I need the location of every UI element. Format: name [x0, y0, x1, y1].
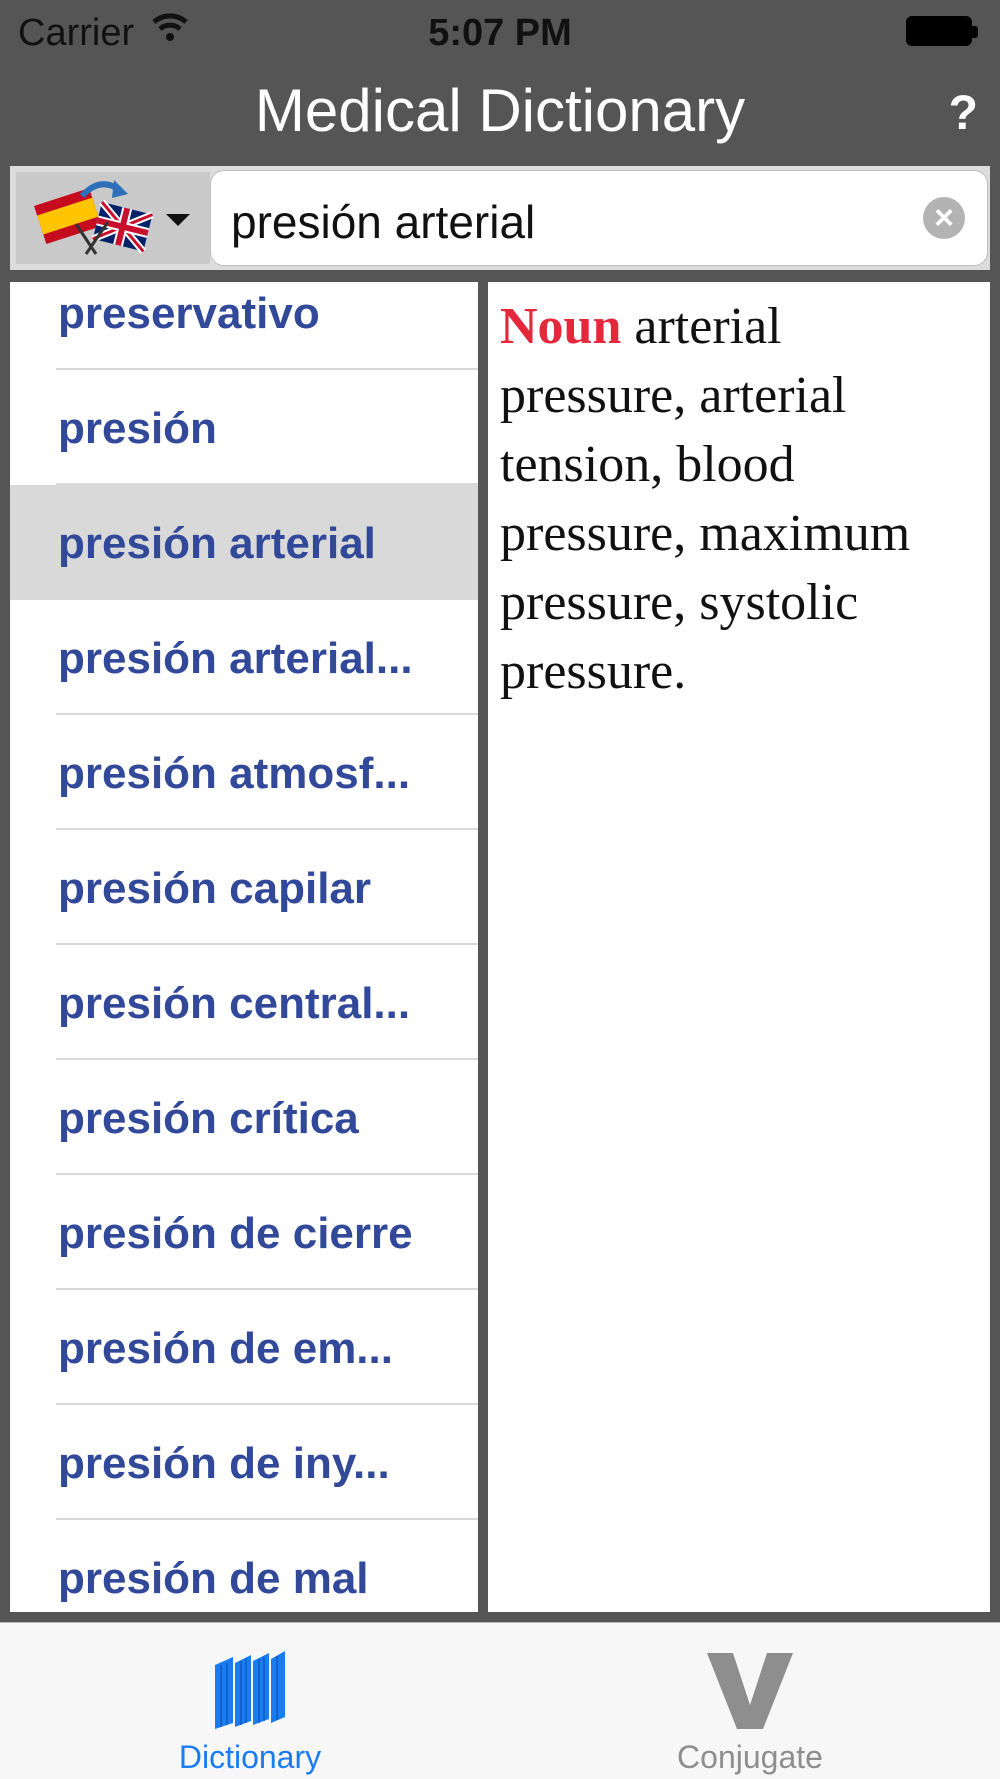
list-item-label: presión crítica	[58, 1094, 359, 1143]
v-icon	[707, 1653, 793, 1729]
list-item[interactable]: presión de em...	[10, 1290, 478, 1405]
help-button[interactable]: ?	[949, 86, 978, 141]
list-item[interactable]: preservativo	[10, 282, 478, 370]
word-list[interactable]: preservativo presión presión arterial pr…	[10, 282, 478, 1612]
list-item-label: presión de iny...	[58, 1439, 390, 1488]
status-bar: Carrier 5:07 PM	[0, 0, 1000, 66]
list-item-label: presión de mal	[58, 1554, 369, 1603]
battery-icon	[906, 16, 978, 48]
list-item-label: presión de em...	[58, 1324, 393, 1373]
page-title: Medical Dictionary	[254, 77, 746, 144]
tab-conjugate-label: Conjugate	[677, 1739, 823, 1775]
list-item-label: presión	[58, 404, 217, 453]
list-item[interactable]: presión crítica	[10, 1060, 478, 1175]
list-item-label: presión atmosf...	[58, 749, 411, 798]
list-item[interactable]: presión central...	[10, 945, 478, 1060]
tab-bar: Dictionary Conjugate	[0, 1622, 1000, 1779]
definition-text: Noun arterial pressure, arterial tension…	[500, 292, 980, 706]
list-item-label: presión de cierre	[58, 1209, 413, 1258]
clear-icon[interactable]: ×	[923, 197, 965, 239]
list-item-label: presión capilar	[58, 864, 372, 913]
list-item[interactable]: presión de mal	[10, 1520, 478, 1612]
list-item[interactable]: presión atmosf...	[10, 715, 478, 830]
search-input-value: presión arterial	[231, 196, 536, 248]
list-item-label: presión arterial	[58, 519, 376, 568]
list-item[interactable]: presión capilar	[10, 830, 478, 945]
language-direction-button[interactable]	[16, 172, 210, 264]
navigation-bar: Medical Dictionary ?	[0, 66, 1000, 164]
tab-conjugate[interactable]: Conjugate	[500, 1623, 1000, 1779]
search-bar: presión arterial ×	[10, 166, 990, 270]
list-item[interactable]: presión arterial...	[10, 600, 478, 715]
definition-panel: Noun arterial pressure, arterial tension…	[488, 282, 990, 1612]
list-item[interactable]: presión de iny...	[10, 1405, 478, 1520]
language-flags-icon	[34, 180, 190, 255]
books-icon	[215, 1651, 285, 1729]
part-of-speech: Noun	[500, 298, 622, 355]
search-input[interactable]: presión arterial ×	[210, 170, 988, 266]
list-item-label: presión arterial...	[58, 634, 413, 683]
tab-dictionary[interactable]: Dictionary	[0, 1623, 500, 1779]
definition-body: arterial pressure, arterial tension, blo…	[500, 298, 911, 700]
clock: 5:07 PM	[428, 12, 572, 54]
list-item[interactable]: presión	[10, 370, 478, 485]
list-item-label: presión central...	[58, 979, 411, 1028]
list-item-selected[interactable]: presión arterial	[10, 485, 478, 600]
list-item[interactable]: presión de cierre	[10, 1175, 478, 1290]
list-item-label: preservativo	[58, 289, 320, 338]
tab-dictionary-label: Dictionary	[178, 1739, 322, 1775]
